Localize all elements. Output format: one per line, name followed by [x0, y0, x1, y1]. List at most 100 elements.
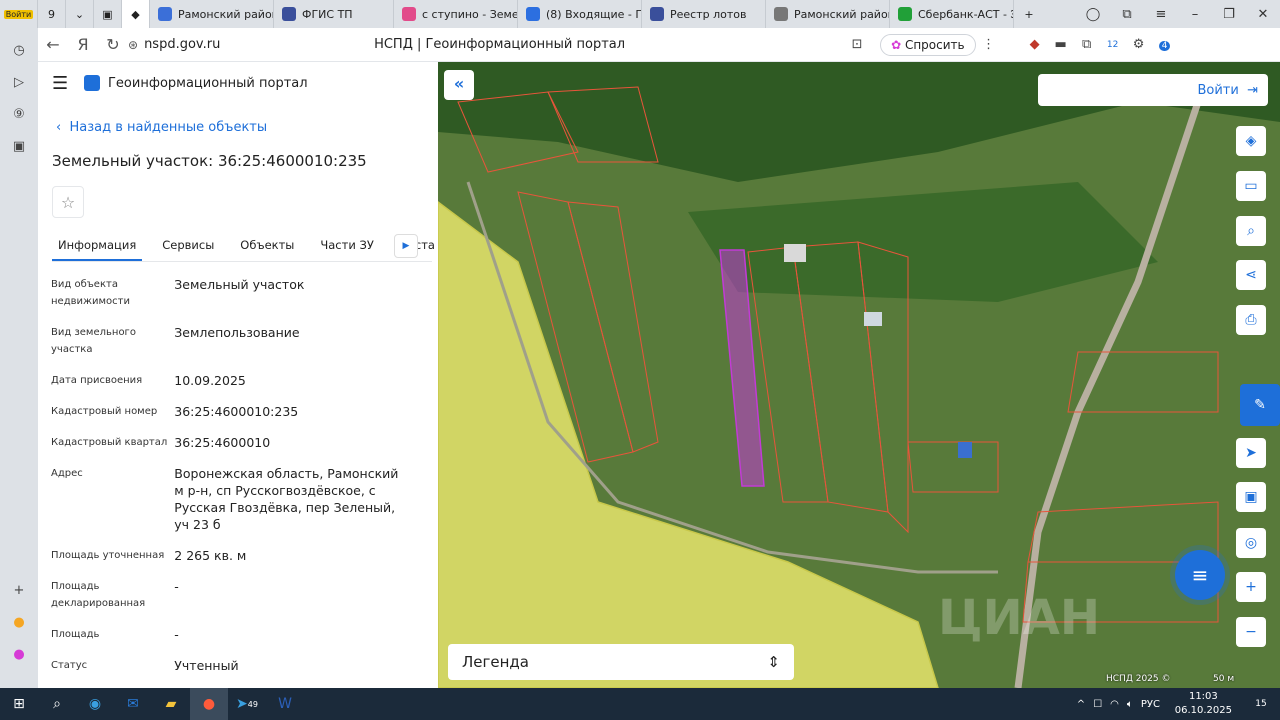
- explorer-icon[interactable]: ▰: [152, 688, 190, 720]
- property-row: Вид земельного участка Землепользование: [51, 324, 411, 358]
- collapse-panel-icon[interactable]: «: [444, 70, 474, 100]
- camera-icon[interactable]: ▣: [9, 136, 29, 156]
- chat-button[interactable]: ≡: [1175, 550, 1225, 600]
- browser-tab[interactable]: ФГИС ТП: [274, 0, 394, 28]
- tab-list-icon[interactable]: ⌄: [66, 0, 94, 28]
- share-icon[interactable]: ⋖: [1236, 260, 1266, 290]
- minimap-icon[interactable]: ▣: [1236, 482, 1266, 512]
- browser-tab[interactable]: Сбербанк-АСТ - Э: [890, 0, 1014, 28]
- browser-tab[interactable]: (8) Входящие - По: [518, 0, 642, 28]
- tab-objects[interactable]: Объекты: [234, 232, 300, 261]
- yandex-icon[interactable]: ●: [9, 612, 29, 632]
- map-canvas[interactable]: [438, 62, 1280, 688]
- browser-tab[interactable]: Реестр лотов: [642, 0, 766, 28]
- print-icon[interactable]: ⎙: [1236, 305, 1266, 335]
- sync-icon[interactable]: ⚙: [1126, 37, 1152, 52]
- tab-label: Рамонский район: [794, 7, 890, 21]
- favorite-star-icon[interactable]: ☆: [52, 186, 84, 218]
- restore-button[interactable]: ❐: [1212, 7, 1246, 22]
- minimize-button[interactable]: –: [1178, 7, 1212, 22]
- tab-info[interactable]: Информация: [52, 232, 143, 261]
- property-value: Землепользование: [174, 325, 300, 340]
- layers-icon[interactable]: ◈: [1236, 126, 1266, 156]
- login-button[interactable]: Войти ⇥: [1038, 74, 1268, 106]
- menu-burger-icon[interactable]: ☰: [52, 73, 84, 94]
- play-icon[interactable]: ▷: [9, 72, 29, 92]
- clock[interactable]: 11:03 06.10.2025: [1175, 690, 1232, 718]
- draw-tool-icon[interactable]: ✎: [1240, 384, 1280, 426]
- property-value: 10.09.2025: [174, 373, 246, 388]
- property-label: Площадь: [51, 629, 100, 640]
- browser-sidebar: ◷ ▷ ⑨ ▣ + ● ●: [0, 28, 38, 688]
- zoom-out-button[interactable]: −: [1236, 617, 1266, 647]
- site-info-icon[interactable]: ⊛: [128, 38, 138, 52]
- nine-icon[interactable]: ⑨: [9, 104, 29, 124]
- chat-icon: ≡: [1191, 563, 1209, 587]
- chevron-up-icon[interactable]: ^: [1077, 699, 1085, 710]
- collections-icon[interactable]: ⧉: [1110, 7, 1144, 22]
- tab-favicon-icon: [158, 7, 172, 21]
- alice-icon[interactable]: ●: [9, 644, 29, 664]
- menu-icon[interactable]: ≡: [1144, 7, 1178, 22]
- yandex-browser-icon[interactable]: ●: [190, 688, 228, 720]
- word-icon[interactable]: W: [266, 688, 304, 720]
- url-text[interactable]: nspd.gov.ru: [144, 37, 374, 52]
- history-icon[interactable]: ◷: [9, 40, 29, 60]
- zoom-in-button[interactable]: +: [1236, 572, 1266, 602]
- navigate-icon[interactable]: ➤: [1236, 438, 1266, 468]
- ruler-icon[interactable]: ▭: [1236, 171, 1266, 201]
- account-icon[interactable]: ◯: [1076, 7, 1110, 22]
- tab-parts[interactable]: Части ЗУ: [314, 232, 379, 261]
- bookmark-icon[interactable]: ⊡: [844, 37, 870, 52]
- search-area-icon[interactable]: ⌕: [1236, 216, 1266, 246]
- back-icon[interactable]: ←: [38, 35, 68, 54]
- close-button[interactable]: ✕: [1246, 7, 1280, 22]
- browser-tab[interactable]: с ступино - Земел: [394, 0, 518, 28]
- yandex-logo-icon[interactable]: Я: [68, 35, 98, 54]
- back-to-results-link[interactable]: ‹ Назад в найденные объекты: [56, 120, 267, 135]
- start-icon[interactable]: ⊞: [0, 688, 38, 720]
- properties-list: Вид объекта недвижимости Земельный участо…: [51, 276, 411, 688]
- extension-badge[interactable]: 12: [1100, 40, 1126, 50]
- tabs-scroll-right-icon[interactable]: ▶: [394, 234, 418, 258]
- volume-icon[interactable]: 🔈︎: [1127, 699, 1133, 710]
- new-tab-button[interactable]: +: [1014, 0, 1044, 28]
- property-label: Адрес: [51, 468, 83, 479]
- tab-favicon-icon: [402, 7, 416, 21]
- search-icon[interactable]: ⌕: [38, 688, 76, 720]
- outlook-icon[interactable]: ✉: [114, 688, 152, 720]
- extension-icon-1[interactable]: ◆: [1022, 37, 1048, 52]
- chevron-left-icon: ‹: [56, 120, 70, 135]
- property-label: Статус: [51, 660, 88, 671]
- extensions-icon[interactable]: ⧉: [1074, 37, 1100, 52]
- reload-icon[interactable]: ↻: [98, 35, 128, 54]
- telegram-icon[interactable]: ➤ 49: [228, 688, 266, 720]
- profile-avatar[interactable]: Войти: [0, 0, 38, 28]
- panel-header: ☰ Геоинформационный портал: [38, 62, 438, 104]
- language-indicator[interactable]: РУС: [1141, 699, 1160, 710]
- wifi-icon[interactable]: ◠: [1110, 699, 1119, 710]
- active-tab-icon[interactable]: ◆: [122, 0, 150, 28]
- add-icon[interactable]: +: [9, 580, 29, 600]
- notifications-icon[interactable]: 15: [1242, 688, 1280, 720]
- property-row: Адрес Воронежская область, Рамонский м р-…: [51, 465, 411, 533]
- tab-count-badge[interactable]: 9: [38, 0, 66, 28]
- edge-icon[interactable]: ◉: [76, 688, 114, 720]
- map-view[interactable]: ЦИАН « Войти ⇥ ◈ ▭ ⌕ ⋖ ⎙ ✎ ➤ ▣ ◎ + − ≡ Л…: [438, 62, 1280, 688]
- locate-icon[interactable]: ◎: [1236, 528, 1266, 558]
- property-row: Площадь декларированная -: [51, 578, 411, 612]
- ask-button[interactable]: ✿ Спросить: [880, 33, 976, 56]
- more-icon[interactable]: ⋮: [976, 37, 1002, 52]
- legend-dropdown[interactable]: Легенда ⇕: [448, 644, 794, 680]
- extension-icon-2[interactable]: ▬: [1048, 37, 1074, 52]
- downloads-icon[interactable]: 4: [1152, 37, 1178, 52]
- login-icon: ⇥: [1238, 82, 1258, 98]
- network-icon[interactable]: ☐: [1093, 699, 1102, 710]
- pinned-tab-icon[interactable]: ▣: [94, 0, 122, 28]
- browser-tab[interactable]: Рамонский район: [150, 0, 274, 28]
- tab-services[interactable]: Сервисы: [156, 232, 220, 261]
- building: [864, 312, 882, 326]
- tab-label: ФГИС ТП: [302, 7, 353, 21]
- browser-tab[interactable]: Рамонский район: [766, 0, 890, 28]
- property-label: Кадастровый квартал: [51, 437, 168, 448]
